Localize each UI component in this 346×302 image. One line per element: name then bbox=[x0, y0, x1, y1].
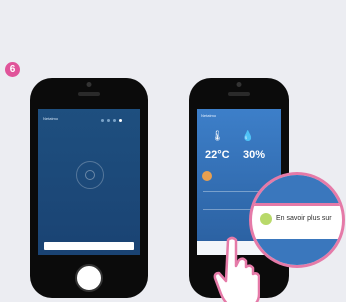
illustration-ring-icon bbox=[76, 161, 104, 189]
zoom-header bbox=[252, 175, 342, 203]
hand-pointer-icon bbox=[213, 236, 260, 302]
learn-more-text[interactable]: En savoir plus sur bbox=[276, 215, 332, 222]
onboarding-screen: Netatmo bbox=[38, 109, 140, 255]
front-camera bbox=[86, 82, 92, 87]
home-button[interactable] bbox=[75, 264, 103, 292]
pager-dot-active bbox=[119, 119, 122, 122]
pager-dot bbox=[113, 119, 116, 122]
pager-dot bbox=[101, 119, 104, 122]
zoom-footer bbox=[252, 239, 342, 265]
front-camera bbox=[236, 82, 242, 87]
heating-status-icon[interactable] bbox=[202, 171, 212, 181]
step-number-badge: 6 bbox=[5, 62, 20, 77]
leaf-icon bbox=[260, 213, 272, 225]
zoom-magnifier: En savoir plus sur bbox=[249, 172, 345, 268]
primary-button[interactable] bbox=[44, 242, 134, 250]
thermometer-icon: 🌡 bbox=[211, 131, 224, 142]
pager-dot bbox=[107, 119, 110, 122]
earpiece bbox=[78, 92, 100, 96]
pager-dots bbox=[101, 119, 122, 122]
sensor-icons: 🌡 💧 bbox=[211, 131, 272, 142]
app-brand: Netatmo bbox=[201, 113, 217, 118]
zoom-divider bbox=[252, 203, 342, 206]
phone-onboarding: Netatmo bbox=[30, 78, 148, 298]
app-brand: Netatmo bbox=[43, 116, 59, 121]
earpiece bbox=[228, 92, 250, 96]
humidity-value: 30% bbox=[243, 149, 266, 161]
humidity-drop-icon: 💧 bbox=[241, 131, 255, 142]
temperature-value: 22°C bbox=[205, 149, 230, 161]
